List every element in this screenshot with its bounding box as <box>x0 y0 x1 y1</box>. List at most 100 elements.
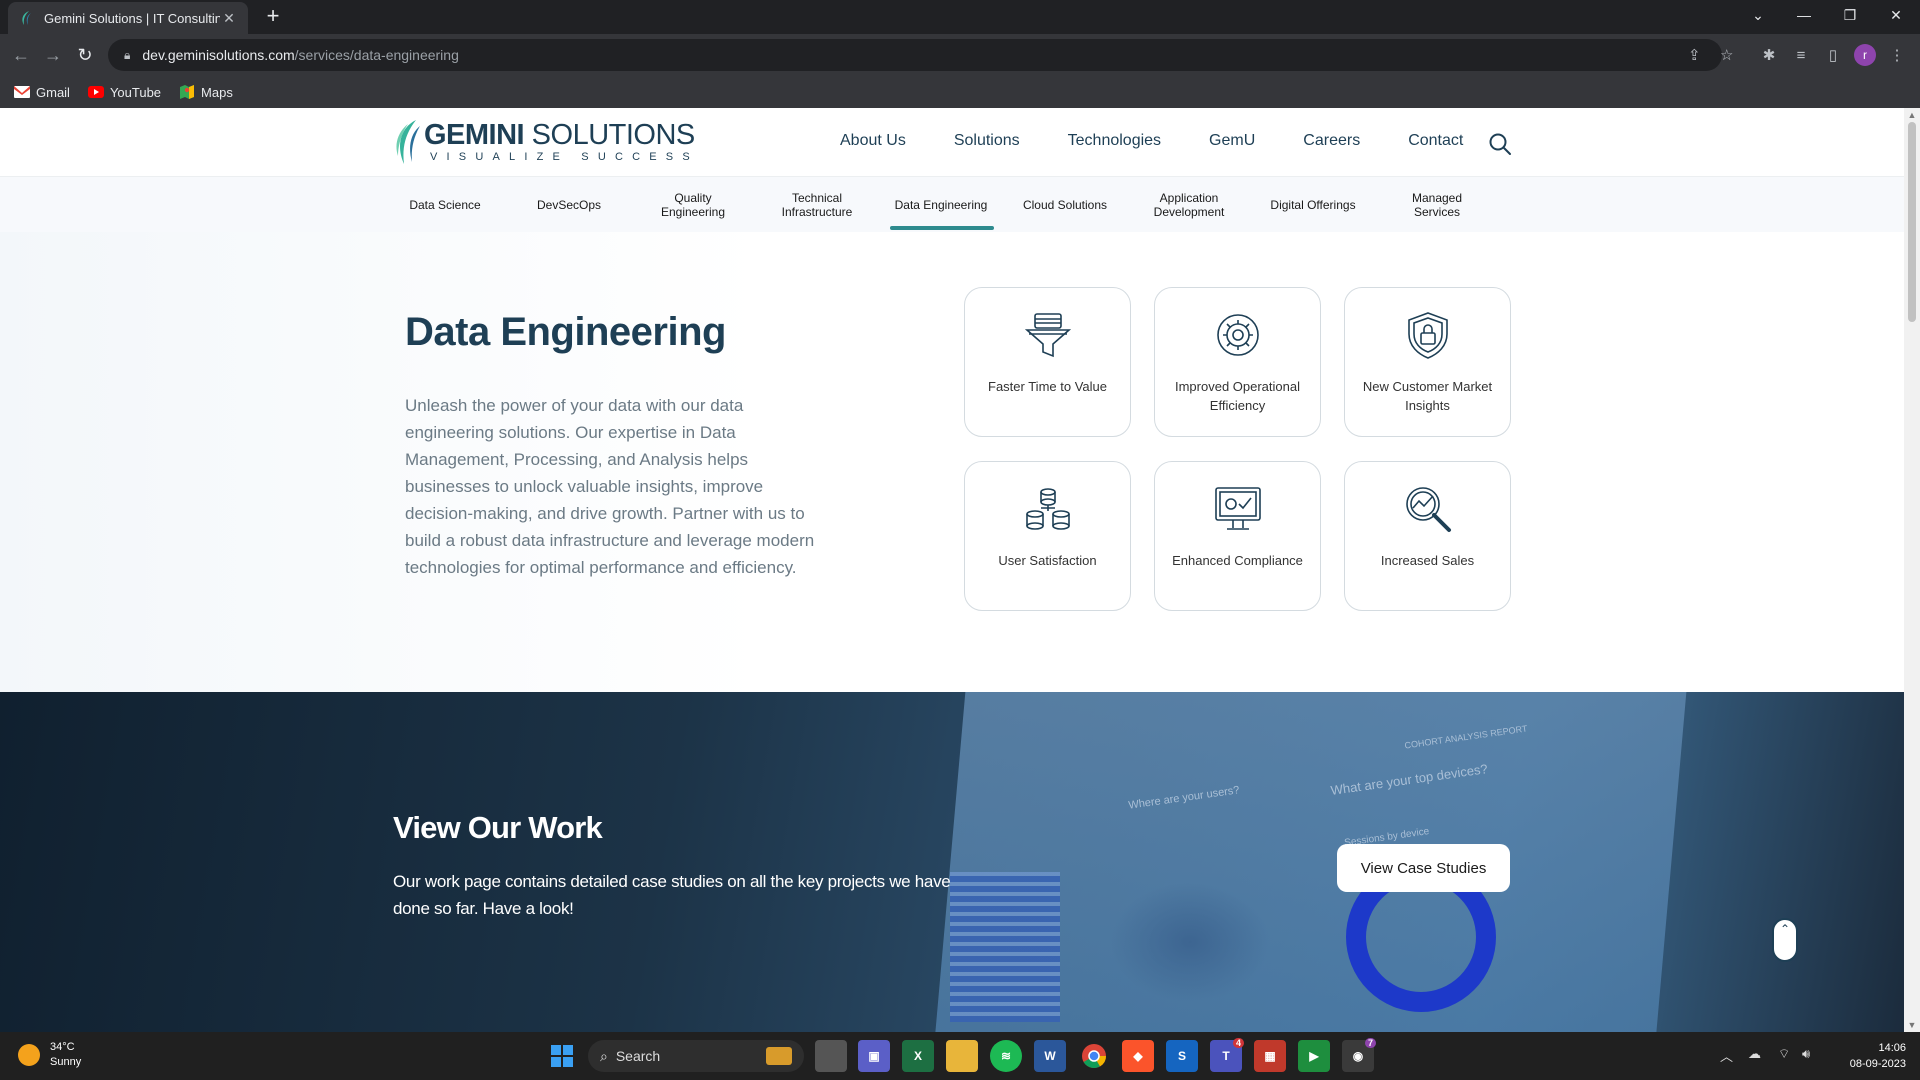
close-tab-icon[interactable]: ✕ <box>220 10 238 27</box>
world-map-decoration <box>1110 882 1270 1002</box>
bookmark-label: Maps <box>201 84 233 100</box>
active-tab-underline <box>890 226 994 230</box>
media-player-icon[interactable]: ▶ <box>1298 1040 1330 1072</box>
card-label: Increased Sales <box>1380 553 1475 568</box>
sun-icon <box>18 1044 40 1066</box>
windows-taskbar: 34°C Sunny ⌕ Search ▣ X ≋ W ◆ S T4 ▦ ▶ ◉… <box>0 1032 1920 1080</box>
excel-icon[interactable]: X <box>902 1040 934 1072</box>
benefit-card: New Customer Market Insights <box>1344 287 1511 437</box>
volume-icon[interactable]: 🔊︎ <box>1802 1046 1810 1062</box>
bookmark-maps[interactable]: Maps <box>179 84 233 100</box>
bookmark-gmail[interactable]: Gmail <box>14 84 70 100</box>
card-label: Improved Operational Efficiency <box>1174 379 1300 413</box>
coin-stack-icon <box>1026 488 1070 530</box>
profile-avatar[interactable]: r <box>1854 44 1876 66</box>
address-bar[interactable]: 🔒︎ dev.geminisolutions.com/services/data… <box>108 39 1733 71</box>
gear-cycle-icon <box>1217 314 1259 356</box>
benefit-card: Improved Operational Efficiency <box>1154 287 1321 437</box>
bookmarks-bar: Gmail YouTube Maps <box>0 76 1920 108</box>
bookmark-youtube[interactable]: YouTube <box>87 84 162 100</box>
browser-tab[interactable]: Gemini Solutions | IT Consulting, ✕ <box>8 2 248 34</box>
work-description: Our work page contains detailed case stu… <box>393 872 951 918</box>
search-highlight-icon <box>766 1047 792 1065</box>
subnav-application-development[interactable]: Application Development <box>1127 177 1251 232</box>
reload-icon[interactable]: ↻ <box>72 42 98 68</box>
minimize-icon[interactable]: — <box>1782 0 1826 30</box>
chrome-active-icon[interactable]: ◉ 7 <box>1342 1038 1376 1072</box>
nav-about-us[interactable]: About Us <box>840 132 906 150</box>
page-title: Data Engineering <box>405 310 726 354</box>
restore-icon[interactable]: ❐ <box>1828 0 1872 30</box>
card-label: New Customer Market Insights <box>1362 379 1493 413</box>
new-tab-button[interactable]: + <box>260 4 286 30</box>
system-clock[interactable]: 14:06 08-09-2023 <box>1836 1040 1906 1072</box>
subnav-technical-infrastructure[interactable]: Technical Infrastructure <box>755 177 879 232</box>
menu-kebab-icon[interactable]: ⋮ <box>1884 42 1910 68</box>
tab-search-chevron-icon[interactable]: ⌄ <box>1736 0 1780 30</box>
chrome-icon[interactable] <box>1078 1040 1110 1072</box>
extensions-icon[interactable]: ✱ <box>1756 42 1782 68</box>
bookmark-label: Gmail <box>36 84 70 100</box>
nav-contact[interactable]: Contact <box>1408 132 1463 150</box>
gmail-icon <box>14 84 30 100</box>
subnav-devsecops[interactable]: DevSecOps <box>507 177 631 232</box>
spotify-icon[interactable]: ≋ <box>990 1040 1022 1072</box>
maps-icon <box>179 84 195 100</box>
word-icon[interactable]: W <box>1034 1040 1066 1072</box>
brave-icon[interactable]: ◆ <box>1122 1040 1154 1072</box>
nav-solutions[interactable]: Solutions <box>954 132 1020 150</box>
skype-s-icon[interactable]: S <box>1166 1040 1198 1072</box>
bookmark-label: YouTube <box>109 84 162 100</box>
logo-text: GEMINI SOLUTIONS <box>424 119 695 151</box>
view-case-studies-button[interactable]: View Case Studies <box>1337 844 1510 892</box>
nav-careers[interactable]: Careers <box>1303 132 1360 150</box>
onedrive-icon[interactable]: ☁ <box>1748 1046 1761 1062</box>
subnav-managed-services[interactable]: Managed Services <box>1375 177 1499 232</box>
subnav-quality-engineering[interactable]: Quality Engineering <box>631 177 755 232</box>
weather-condition: Sunny <box>50 1056 82 1068</box>
app-grid-icon[interactable]: ▦ <box>1254 1040 1286 1072</box>
hero-section: Data Engineering Unleash the power of yo… <box>0 232 1904 692</box>
windows-start-icon[interactable] <box>546 1040 578 1072</box>
back-icon[interactable]: ← <box>8 42 34 68</box>
media-control-icon[interactable]: ≡ <box>1788 42 1814 68</box>
benefit-card: User Satisfaction <box>964 461 1131 611</box>
benefit-card: Increased Sales <box>1344 461 1511 611</box>
wifi-icon[interactable]: ⌔ <box>1778 1046 1790 1062</box>
scroll-up-icon[interactable]: ▲ <box>1904 108 1920 122</box>
weather-widget[interactable]: 34°C Sunny <box>18 1040 81 1070</box>
url-host: dev.geminisolutions.com <box>142 47 295 63</box>
subnav-digital-offerings[interactable]: Digital Offerings <box>1251 177 1375 232</box>
clock-date: 08-09-2023 <box>1849 1058 1906 1070</box>
scrollbar-thumb[interactable] <box>1908 122 1916 322</box>
work-title: View Our Work <box>393 810 603 845</box>
gemini-logo[interactable]: GEMINI SOLUTIONS VISUALIZE SUCCESS <box>392 118 699 166</box>
subnav-cloud-solutions[interactable]: Cloud Solutions <box>1003 177 1127 232</box>
page-scrollbar[interactable]: ▲ ▼ <box>1904 108 1920 1032</box>
close-window-icon[interactable]: ✕ <box>1874 0 1918 30</box>
subnav-data-engineering[interactable]: Data Engineering <box>879 177 1003 232</box>
scroll-down-icon[interactable]: ▼ <box>1904 1018 1920 1032</box>
benefit-card: Enhanced Compliance <box>1154 461 1321 611</box>
task-view-icon[interactable] <box>815 1040 847 1072</box>
page-viewport: GEMINI SOLUTIONS VISUALIZE SUCCESS About… <box>0 108 1904 1032</box>
heatmap-decoration <box>950 872 1060 1022</box>
lock-icon: 🔒︎ <box>124 47 131 62</box>
clock-time: 14:06 <box>1878 1042 1906 1054</box>
teams-icon[interactable]: T4 <box>1210 1038 1244 1072</box>
forward-icon[interactable]: → <box>40 42 66 68</box>
nav-gemu[interactable]: GemU <box>1209 132 1255 150</box>
subnav-data-science[interactable]: Data Science <box>383 177 507 232</box>
search-icon[interactable] <box>1488 132 1512 156</box>
file-explorer-icon[interactable] <box>946 1040 978 1072</box>
nav-technologies[interactable]: Technologies <box>1068 132 1161 150</box>
side-panel-icon[interactable]: ▯ <box>1820 42 1846 68</box>
share-icon[interactable]: ⇪ <box>1688 39 1701 71</box>
bookmark-star-icon[interactable]: ☆ <box>1720 39 1733 71</box>
teams-chat-icon[interactable]: ▣ <box>858 1040 890 1072</box>
scroll-to-top-button[interactable]: ⌃ <box>1772 918 1798 962</box>
url-path: /services/data-engineering <box>294 47 459 63</box>
tray-chevron-icon[interactable]: ︿ <box>1720 1046 1733 1065</box>
teams-badge: 4 <box>1232 1038 1244 1048</box>
taskbar-search[interactable]: ⌕ Search <box>588 1040 804 1072</box>
